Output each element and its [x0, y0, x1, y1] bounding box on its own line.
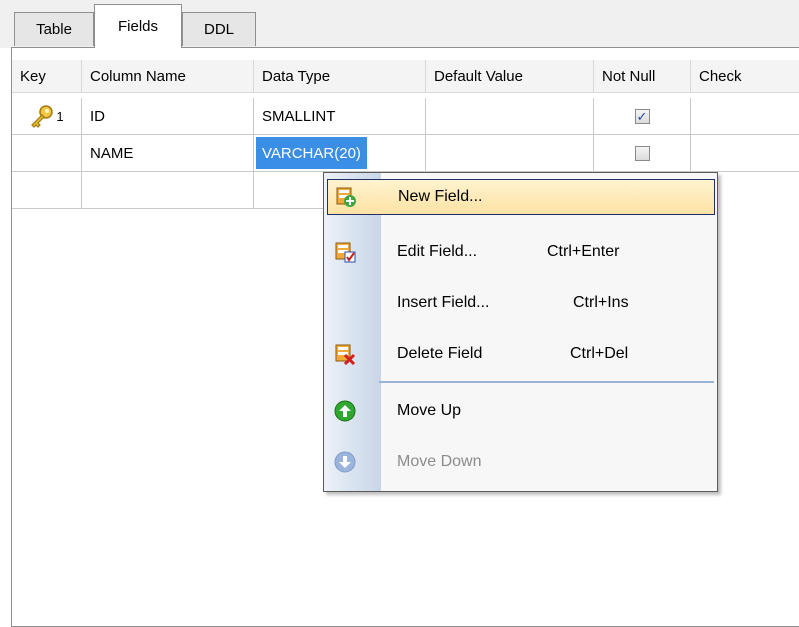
not-null-cell[interactable]	[594, 135, 691, 172]
delete-field-icon	[333, 342, 357, 366]
header-data-type[interactable]: Data Type	[254, 60, 426, 92]
column-name-cell[interactable]: ID	[82, 98, 254, 135]
header-not-null[interactable]: Not Null	[594, 60, 691, 92]
move-down-icon	[333, 450, 357, 474]
menu-item-delete-field[interactable]: Delete Field Ctrl+Del	[327, 336, 715, 372]
menu-item-insert-field[interactable]: Insert Field... Ctrl+Ins	[327, 285, 715, 321]
menu-item-label: New Field...	[398, 188, 483, 205]
menu-item-new-field[interactable]: New Field...	[327, 179, 715, 215]
data-type-cell[interactable]: SMALLINT	[254, 98, 426, 135]
selected-data-type[interactable]: VARCHAR(20)	[256, 137, 367, 169]
not-null-checkbox[interactable]	[634, 145, 650, 161]
check-cell[interactable]	[691, 135, 799, 172]
edit-field-icon	[333, 240, 357, 264]
menu-item-shortcut: Ctrl+Del	[570, 345, 629, 362]
not-null-cell[interactable]: ✓	[594, 98, 691, 135]
menu-item-shortcut: Ctrl+Enter	[547, 243, 620, 260]
header-default-value[interactable]: Default Value	[426, 60, 594, 92]
menu-item-label: Move Down	[397, 453, 482, 470]
tab-bar: Table Fields DDL	[0, 0, 799, 48]
key-cell[interactable]	[12, 172, 82, 209]
key-cell[interactable]: 1	[12, 98, 82, 135]
tab-ddl[interactable]: DDL	[182, 12, 256, 46]
tab-table[interactable]: Table	[14, 12, 94, 46]
header-key[interactable]: Key	[12, 60, 82, 92]
primary-key-icon	[29, 104, 55, 128]
key-cell[interactable]	[12, 135, 82, 172]
move-up-icon	[333, 399, 357, 423]
menu-item-move-up[interactable]: Move Up	[327, 393, 715, 429]
menu-separator	[379, 381, 714, 383]
tab-fields[interactable]: Fields	[94, 4, 182, 48]
header-check[interactable]: Check	[691, 60, 799, 92]
grid-header: Key Column Name Data Type Default Value …	[12, 60, 799, 93]
menu-item-label: Insert Field...	[397, 294, 490, 311]
not-null-checkbox-checked[interactable]: ✓	[634, 108, 650, 124]
key-index: 1	[56, 108, 64, 124]
table-row[interactable]: NAME VARCHAR(20)	[12, 135, 799, 172]
check-cell[interactable]	[691, 98, 799, 135]
new-field-icon	[334, 185, 358, 209]
context-menu: New Field... Edit Field... Ctrl+Enter In…	[323, 172, 718, 492]
menu-item-label: Delete Field	[397, 345, 483, 362]
menu-item-label: Move Up	[397, 402, 462, 419]
header-column-name[interactable]: Column Name	[82, 60, 254, 92]
menu-item-move-down[interactable]: Move Down	[327, 444, 715, 480]
column-name-cell[interactable]: NAME	[82, 135, 254, 172]
table-row[interactable]: 1 ID SMALLINT ✓	[12, 98, 799, 135]
default-value-cell[interactable]	[426, 98, 594, 135]
menu-item-shortcut: Ctrl+Ins	[573, 294, 629, 311]
column-name-cell[interactable]	[82, 172, 254, 209]
default-value-cell[interactable]	[426, 135, 594, 172]
menu-item-label: Edit Field...	[397, 243, 478, 260]
data-type-cell[interactable]: VARCHAR(20)	[254, 135, 426, 172]
menu-item-edit-field[interactable]: Edit Field... Ctrl+Enter	[327, 234, 715, 270]
